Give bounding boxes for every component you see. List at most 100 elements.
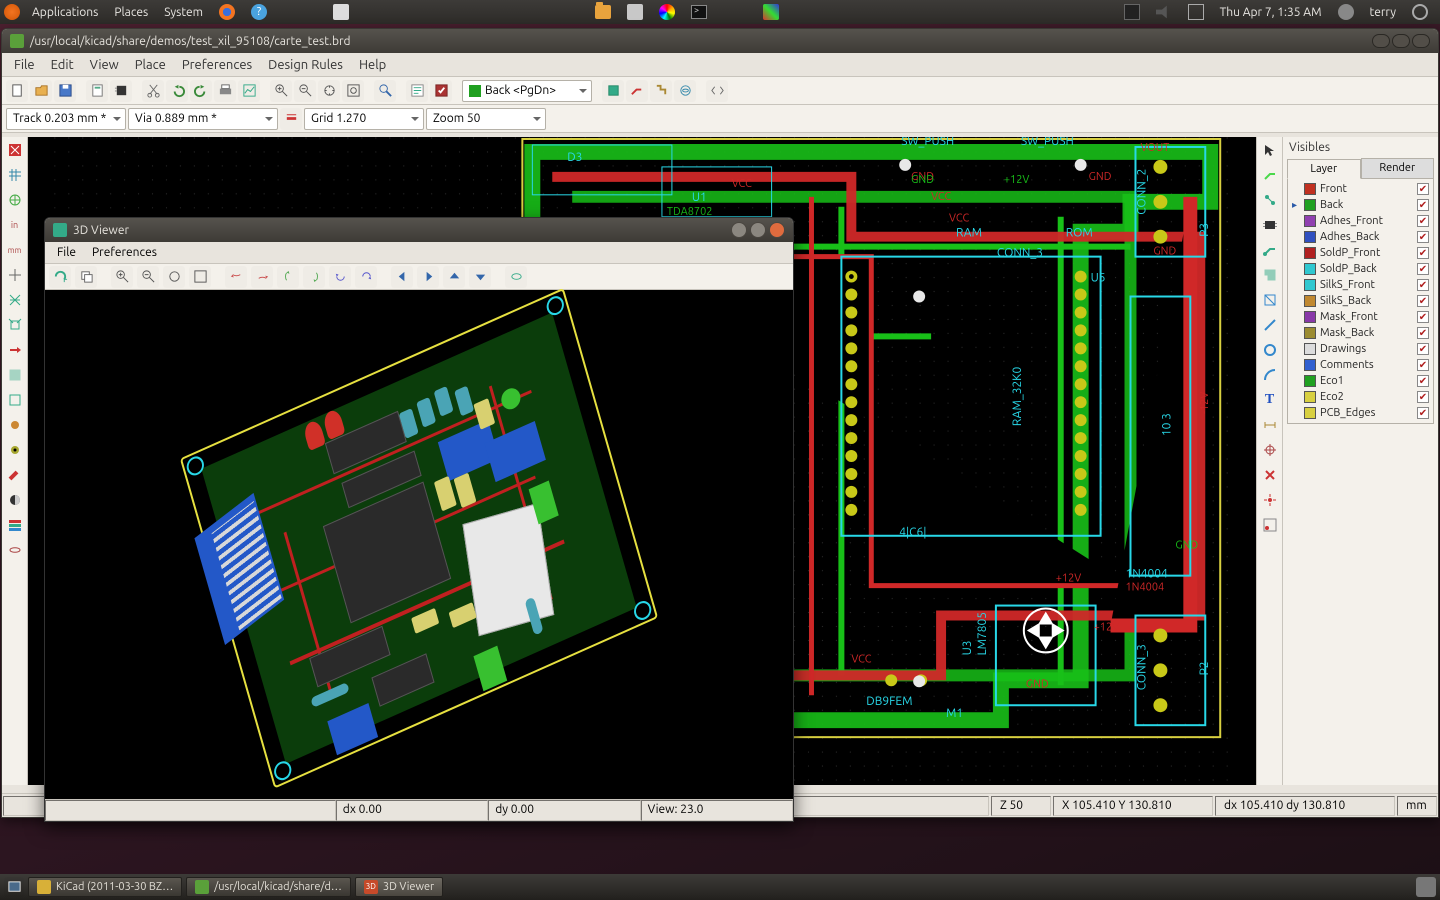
show-zones-icon[interactable] — [4, 364, 26, 386]
layer-visible-checkbox[interactable]: ✔ — [1417, 407, 1429, 419]
tab-layer[interactable]: Layer — [1287, 159, 1361, 179]
layer-selector[interactable]: Back <PgDn> — [462, 80, 592, 102]
auto-track-width-icon[interactable] — [280, 108, 302, 130]
layer-row-pcb_edges[interactable]: PCB_Edges✔ — [1290, 405, 1431, 421]
print-icon[interactable] — [214, 80, 236, 102]
clock[interactable]: Thu Apr 7, 1:35 AM — [1212, 6, 1330, 19]
tab-render[interactable]: Render — [1361, 158, 1435, 178]
display-local-ratsnest-icon[interactable] — [1259, 189, 1281, 211]
zoom-fit-icon[interactable] — [342, 80, 364, 102]
ratsnest-module-icon[interactable] — [4, 314, 26, 336]
freeroute-icon[interactable] — [674, 80, 696, 102]
notes-icon[interactable] — [333, 4, 349, 20]
menu-preferences[interactable]: Preferences — [174, 58, 260, 72]
grid-origin-icon[interactable] — [1259, 514, 1281, 536]
3d-rotate-y-neg-icon[interactable] — [277, 266, 299, 288]
menu-help[interactable]: Help — [351, 58, 394, 72]
3d-minimize-button[interactable] — [731, 222, 747, 238]
layer-row-silks_back[interactable]: SilkS_Back✔ — [1290, 293, 1431, 309]
task-kicad[interactable]: KiCad (2011-03-30 BZ… — [28, 877, 182, 897]
menu-file[interactable]: File — [6, 58, 43, 72]
menu-design-rules[interactable]: Design Rules — [260, 58, 351, 72]
layer-row-soldp_back[interactable]: SoldP_Back✔ — [1290, 261, 1431, 277]
3d-move-up-icon[interactable] — [443, 266, 465, 288]
color-picker-icon[interactable] — [659, 4, 675, 20]
gnome-places[interactable]: Places — [106, 6, 156, 19]
highlight-net-icon[interactable] — [1259, 164, 1281, 186]
layer-visible-checkbox[interactable]: ✔ — [1417, 199, 1429, 211]
3d-rotate-z-neg-icon[interactable] — [329, 266, 351, 288]
3d-close-button[interactable] — [769, 222, 785, 238]
3d-move-down-icon[interactable] — [469, 266, 491, 288]
layer-swatch[interactable] — [1304, 295, 1316, 307]
layer-visible-checkbox[interactable]: ✔ — [1417, 295, 1429, 307]
page-settings-icon[interactable] — [86, 80, 108, 102]
units-in-icon[interactable]: in — [4, 214, 26, 236]
layer-swatch[interactable] — [1304, 407, 1316, 419]
undo-icon[interactable] — [166, 80, 188, 102]
track-width-selector[interactable]: Track 0.203 mm * — [6, 108, 126, 130]
scripting-icon[interactable] — [706, 80, 728, 102]
add-target-icon[interactable] — [1259, 439, 1281, 461]
add-line-icon[interactable] — [1259, 314, 1281, 336]
firefox-icon[interactable] — [219, 4, 235, 20]
layer-visible-checkbox[interactable]: ✔ — [1417, 343, 1429, 355]
3d-move-left-icon[interactable] — [391, 266, 413, 288]
mode-footprint-icon[interactable] — [602, 80, 624, 102]
layer-swatch[interactable] — [1304, 247, 1316, 259]
layer-visible-checkbox[interactable]: ✔ — [1417, 215, 1429, 227]
add-track-icon[interactable] — [1259, 239, 1281, 261]
units-mm-icon[interactable]: mm — [4, 239, 26, 261]
redo-icon[interactable] — [190, 80, 212, 102]
window-titlebar[interactable]: /usr/local/kicad/share/demos/test_xil_95… — [2, 29, 1438, 53]
open-icon[interactable] — [30, 80, 52, 102]
3d-zoom-in-icon[interactable] — [111, 266, 133, 288]
add-module-icon[interactable] — [1259, 214, 1281, 236]
app-launcher-icon[interactable] — [763, 4, 779, 20]
layer-visible-checkbox[interactable]: ✔ — [1417, 311, 1429, 323]
layer-visible-checkbox[interactable]: ✔ — [1417, 231, 1429, 243]
layer-visible-checkbox[interactable]: ✔ — [1417, 247, 1429, 259]
show-zones-outline-icon[interactable] — [4, 389, 26, 411]
3d-copy-icon[interactable] — [75, 266, 97, 288]
plot-icon[interactable] — [238, 80, 260, 102]
layer-visible-checkbox[interactable]: ✔ — [1417, 375, 1429, 387]
cut-icon[interactable] — [142, 80, 164, 102]
3d-menu-preferences[interactable]: Preferences — [84, 246, 165, 259]
layer-manager-icon[interactable] — [4, 514, 26, 536]
via-fill-icon[interactable] — [4, 439, 26, 461]
layer-swatch[interactable] — [1304, 183, 1316, 195]
tablet-icon[interactable] — [1124, 4, 1140, 20]
layer-row-mask_back[interactable]: Mask_Back✔ — [1290, 325, 1431, 341]
layer-row-eco2[interactable]: Eco2✔ — [1290, 389, 1431, 405]
find-icon[interactable] — [374, 80, 396, 102]
3d-rotate-x-pos-icon[interactable] — [251, 266, 273, 288]
zoom-in-icon[interactable] — [270, 80, 292, 102]
layer-visible-checkbox[interactable]: ✔ — [1417, 327, 1429, 339]
cursor-shape-icon[interactable] — [4, 264, 26, 286]
netlist-icon[interactable] — [406, 80, 428, 102]
layer-row-adhes_front[interactable]: Adhes_Front✔ — [1290, 213, 1431, 229]
layer-swatch[interactable] — [1304, 199, 1316, 211]
3d-canvas[interactable] — [45, 290, 793, 799]
add-arc-icon[interactable] — [1259, 364, 1281, 386]
polar-icon[interactable] — [4, 189, 26, 211]
minimize-button[interactable] — [1372, 34, 1390, 48]
microwave-icon[interactable] — [4, 539, 26, 561]
menu-edit[interactable]: Edit — [43, 58, 82, 72]
auto-del-track-icon[interactable] — [4, 339, 26, 361]
drc-icon[interactable] — [430, 80, 452, 102]
layer-visible-checkbox[interactable]: ✔ — [1417, 359, 1429, 371]
menu-view[interactable]: View — [82, 58, 127, 72]
username[interactable]: terry — [1362, 6, 1404, 19]
add-zone-icon[interactable] — [1259, 264, 1281, 286]
3d-zoom-redraw-icon[interactable] — [163, 266, 185, 288]
contrast-icon[interactable] — [4, 489, 26, 511]
new-icon[interactable] — [6, 80, 28, 102]
save-icon[interactable] — [54, 80, 76, 102]
grid-selector[interactable]: Grid 1.270 — [304, 108, 424, 130]
3d-rotate-x-neg-icon[interactable] — [225, 266, 247, 288]
add-keepout-icon[interactable] — [1259, 289, 1281, 311]
layer-visible-checkbox[interactable]: ✔ — [1417, 279, 1429, 291]
layer-row-eco1[interactable]: Eco1✔ — [1290, 373, 1431, 389]
